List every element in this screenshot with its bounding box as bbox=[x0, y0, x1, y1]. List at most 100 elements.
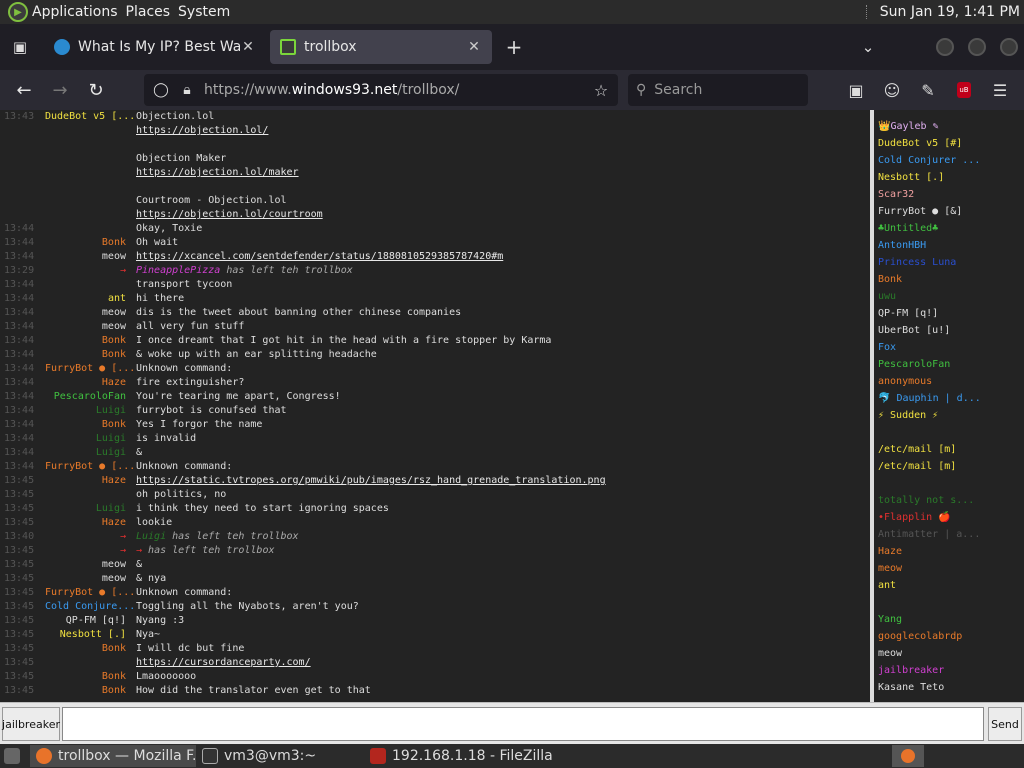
message-nickname[interactable]: Bonk bbox=[102, 670, 126, 684]
message-nickname[interactable]: meow bbox=[102, 306, 126, 320]
search-input[interactable]: ⚲ Search bbox=[628, 74, 808, 106]
maximize-button[interactable] bbox=[968, 38, 986, 56]
user-list-item[interactable]: Cold Conjurer ... bbox=[874, 152, 1024, 169]
user-list-item[interactable]: totally not s... bbox=[874, 492, 1024, 509]
user-list-item[interactable] bbox=[874, 475, 1024, 492]
message-nickname[interactable]: ant bbox=[108, 292, 126, 306]
message-nickname[interactable]: meow bbox=[102, 320, 126, 334]
message-nickname[interactable]: → bbox=[120, 264, 126, 278]
back-button[interactable]: ← bbox=[6, 74, 42, 106]
message-nickname[interactable] bbox=[120, 278, 126, 292]
workspace-switcher[interactable] bbox=[892, 745, 924, 767]
user-list-item[interactable]: Princess Luna bbox=[874, 254, 1024, 271]
user-list-item[interactable] bbox=[874, 424, 1024, 441]
close-window-button[interactable] bbox=[1000, 38, 1018, 56]
message-nickname[interactable]: DudeBot v5 [... bbox=[45, 110, 135, 124]
close-tab-icon[interactable]: ✕ bbox=[466, 39, 482, 55]
message-nickname[interactable]: FurryBot ● [... bbox=[45, 586, 135, 600]
forward-button[interactable]: → bbox=[42, 74, 78, 106]
message-link[interactable]: https://objection.lol/ bbox=[136, 124, 268, 138]
user-list-item[interactable]: uwu bbox=[874, 288, 1024, 305]
message-nickname[interactable] bbox=[120, 656, 126, 670]
user-list-item[interactable]: ♣Untitled♣ bbox=[874, 220, 1024, 237]
user-list-item[interactable]: Antimatter | a... bbox=[874, 526, 1024, 543]
message-nickname[interactable]: Bonk bbox=[102, 348, 126, 362]
user-list-item[interactable]: Haze bbox=[874, 543, 1024, 560]
user-list-item[interactable]: /etc/mail [m] bbox=[874, 458, 1024, 475]
user-list-item[interactable]: Fox bbox=[874, 339, 1024, 356]
send-button[interactable]: Send bbox=[988, 707, 1022, 741]
message-nickname[interactable] bbox=[120, 222, 126, 236]
user-list-item[interactable]: DudeBot v5 [#] bbox=[874, 135, 1024, 152]
message-nickname[interactable]: Luigi bbox=[96, 502, 126, 516]
user-list-item[interactable]: jailbreaker bbox=[874, 662, 1024, 679]
message-nickname[interactable]: Nesbott [.] bbox=[60, 628, 126, 642]
message-nickname[interactable]: Haze bbox=[102, 376, 126, 390]
user-list-item[interactable]: /etc/mail [m] bbox=[874, 441, 1024, 458]
distro-logo-icon[interactable]: ▶ bbox=[8, 2, 28, 22]
ublock-icon[interactable]: uB bbox=[952, 78, 976, 102]
message-nickname[interactable]: Bonk bbox=[102, 236, 126, 250]
message-nickname[interactable]: Bonk bbox=[102, 334, 126, 348]
menu-hamburger-icon[interactable]: ☰ bbox=[988, 78, 1012, 102]
message-nickname[interactable]: Bonk bbox=[102, 642, 126, 656]
user-list-item[interactable]: •Flapplin 🍎 bbox=[874, 509, 1024, 526]
extensions-icon[interactable]: ✎ bbox=[916, 78, 940, 102]
message-nickname[interactable]: FurryBot ● [... bbox=[45, 460, 135, 474]
message-link[interactable]: https://objection.lol/maker bbox=[136, 166, 299, 180]
message-nickname[interactable]: Haze bbox=[102, 516, 126, 530]
message-nickname[interactable]: Luigi bbox=[96, 446, 126, 460]
user-list-item[interactable]: ⚡ Sudden ⚡ bbox=[874, 407, 1024, 424]
account-icon[interactable]: ☺ bbox=[880, 78, 904, 102]
shield-icon[interactable]: ◯ bbox=[148, 82, 174, 98]
message-nickname[interactable]: Bonk bbox=[102, 418, 126, 432]
message-nickname[interactable] bbox=[120, 488, 126, 502]
user-list-item[interactable]: 👑Gayleb ✎ bbox=[874, 118, 1024, 135]
message-link[interactable]: https://xcancel.com/sentdefender/status/… bbox=[136, 250, 503, 264]
message-nickname[interactable]: Luigi bbox=[96, 432, 126, 446]
user-list-item[interactable]: QP-FM [q!] bbox=[874, 305, 1024, 322]
taskbar-window-button[interactable]: 192.168.1.18 - FileZilla bbox=[364, 745, 564, 767]
user-list-item[interactable]: 🐬 Dauphin | d... bbox=[874, 390, 1024, 407]
user-list-item[interactable]: anonymous bbox=[874, 373, 1024, 390]
message-nickname[interactable]: meow bbox=[102, 558, 126, 572]
close-tab-icon[interactable]: ✕ bbox=[240, 39, 256, 55]
message-nickname[interactable]: Haze bbox=[102, 474, 126, 488]
bookmark-star-icon[interactable]: ☆ bbox=[588, 81, 614, 100]
clock[interactable]: Sun Jan 19, 1:41 PM bbox=[880, 0, 1020, 24]
user-list-item[interactable]: meow bbox=[874, 560, 1024, 577]
tab-trollbox[interactable]: trollbox ✕ bbox=[270, 30, 492, 64]
user-list-item[interactable]: PescaroloFan bbox=[874, 356, 1024, 373]
tab-overview-icon[interactable]: ▣ bbox=[10, 37, 30, 57]
message-nickname[interactable]: → bbox=[120, 544, 126, 558]
message-nickname[interactable]: PescaroloFan bbox=[54, 390, 126, 404]
user-list-item[interactable]: AntonHBH bbox=[874, 237, 1024, 254]
user-list-item[interactable]: Scar32 bbox=[874, 186, 1024, 203]
message-input[interactable] bbox=[62, 707, 984, 741]
tab-whatismyip[interactable]: What Is My IP? Best Way To ✕ bbox=[44, 30, 266, 64]
reload-button[interactable]: ↻ bbox=[78, 74, 114, 106]
message-nickname[interactable]: Bonk bbox=[102, 684, 126, 698]
user-list-item[interactable]: Kasane Teto bbox=[874, 679, 1024, 696]
user-list-item[interactable]: Nesbott [.] bbox=[874, 169, 1024, 186]
taskbar-window-button[interactable]: vm3@vm3:~ bbox=[196, 745, 364, 767]
places-menu[interactable]: Places bbox=[126, 0, 179, 24]
pocket-icon[interactable]: ▣ bbox=[844, 78, 868, 102]
url-text[interactable]: https://www.windows93.net/trollbox/ bbox=[200, 82, 588, 98]
message-nickname[interactable]: meow bbox=[102, 572, 126, 586]
user-list-item[interactable]: Yang bbox=[874, 611, 1024, 628]
list-tabs-chevron-icon[interactable]: ⌄ bbox=[858, 37, 878, 57]
message-link[interactable]: https://cursordanceparty.com/ bbox=[136, 656, 311, 670]
url-bar[interactable]: ◯ 🔒︎ https://www.windows93.net/trollbox/… bbox=[144, 74, 618, 106]
user-list-item[interactable] bbox=[874, 594, 1024, 611]
message-nickname[interactable]: FurryBot ● [... bbox=[45, 362, 135, 376]
new-tab-icon[interactable]: + bbox=[504, 35, 524, 59]
lock-icon[interactable]: 🔒︎ bbox=[174, 82, 200, 98]
message-nickname[interactable]: Luigi bbox=[96, 404, 126, 418]
message-nickname[interactable]: QP-FM [q!] bbox=[66, 614, 126, 628]
show-desktop-button[interactable] bbox=[0, 745, 30, 767]
taskbar-window-button[interactable]: trollbox — Mozilla F... bbox=[30, 745, 196, 767]
user-list-item[interactable]: ant bbox=[874, 577, 1024, 594]
message-nickname[interactable]: meow bbox=[102, 250, 126, 264]
message-link[interactable]: https://static.tvtropes.org/pmwiki/pub/i… bbox=[136, 474, 606, 488]
